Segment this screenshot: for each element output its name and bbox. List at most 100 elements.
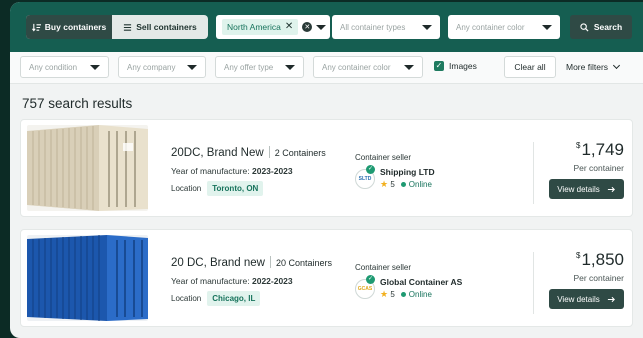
listing-title[interactable]: 20 DC, Brand new 20 Containers bbox=[171, 256, 332, 269]
container-image bbox=[27, 235, 148, 321]
listing-title-text: 20DC, Brand New bbox=[171, 147, 264, 159]
caret-down-icon bbox=[285, 64, 295, 70]
star-icon: ★ bbox=[380, 289, 389, 299]
star-icon: ★ bbox=[380, 179, 389, 189]
location-label: Location bbox=[171, 184, 202, 193]
images-label: Images bbox=[449, 61, 477, 71]
yom-label: Year of manufacture: bbox=[171, 276, 250, 286]
seller-rating: 5 bbox=[390, 290, 395, 299]
caret-down-icon bbox=[542, 24, 552, 30]
region-select[interactable]: North America ✕ ✕ bbox=[216, 15, 330, 39]
price-unit: Per container bbox=[573, 163, 624, 173]
container-count: 20 Containers bbox=[275, 258, 333, 268]
seller-row[interactable]: GCAS ✓ Global Container AS ★ 5 Online bbox=[355, 274, 463, 300]
offer-type-select[interactable]: Any offer type bbox=[215, 56, 304, 78]
list-icon bbox=[124, 23, 132, 31]
caret-down-icon bbox=[90, 64, 100, 70]
location-badge: Chicago, IL bbox=[207, 291, 261, 306]
sort-down-icon bbox=[31, 23, 41, 32]
container-types-placeholder: All container types bbox=[340, 22, 406, 32]
container-color-select[interactable]: Any container color bbox=[313, 56, 423, 78]
seller-avatar: SLTD ✓ bbox=[355, 164, 375, 189]
seller-meta: ★ 5 Online bbox=[380, 289, 462, 300]
title-divider bbox=[269, 256, 271, 268]
view-details-label: View details bbox=[557, 294, 600, 304]
listing-title[interactable]: 20DC, Brand New 2 Containers bbox=[171, 146, 326, 159]
search-button[interactable]: Search bbox=[570, 15, 632, 39]
buy-sell-toggle: Buy containers Sell containers bbox=[26, 15, 208, 39]
company-select[interactable]: Any company bbox=[118, 56, 206, 78]
more-filters-button[interactable]: More filters bbox=[566, 61, 621, 72]
location: Location Chicago, IL bbox=[171, 291, 261, 306]
price-value: 1,749 bbox=[581, 140, 624, 159]
sell-containers-label: Sell containers bbox=[136, 22, 197, 32]
yom-value: 2022-2023 bbox=[251, 276, 293, 286]
caret-down-icon bbox=[404, 64, 414, 70]
view-details-button[interactable]: View details bbox=[549, 289, 624, 309]
region-chip-label: North America bbox=[227, 22, 281, 32]
seller-name: Global Container AS bbox=[380, 277, 463, 287]
condition-placeholder: Any condition bbox=[29, 62, 78, 72]
container-color-placeholder: Any container color bbox=[322, 62, 391, 72]
online-status: Online bbox=[400, 180, 432, 189]
condition-select[interactable]: Any condition bbox=[20, 56, 109, 78]
seller-rating: 5 bbox=[390, 180, 395, 189]
container-photo[interactable] bbox=[27, 235, 148, 321]
container-image bbox=[27, 125, 148, 211]
online-status: Online bbox=[400, 290, 432, 299]
year-of-manufacture: Year of manufacture: 2023-2023 bbox=[171, 166, 293, 176]
container-count: 2 Containers bbox=[274, 148, 326, 158]
buy-containers-label: Buy containers bbox=[44, 22, 107, 32]
seller-info: Container seller SLTD ✓ Shipping LTD ★ 5… bbox=[355, 153, 435, 190]
location: Location Toronto, ON bbox=[171, 181, 264, 196]
verified-icon: ✓ bbox=[366, 164, 375, 174]
location-badge: Toronto, ON bbox=[207, 181, 264, 196]
remove-chip-icon[interactable]: ✕ bbox=[285, 22, 293, 32]
location-label: Location bbox=[171, 294, 202, 303]
title-divider bbox=[268, 146, 270, 158]
view-details-label: View details bbox=[557, 184, 600, 194]
container-types-select[interactable]: All container types bbox=[332, 15, 440, 39]
listing-card[interactable]: 20 DC, Brand new 20 Containers Year of ma… bbox=[20, 229, 633, 327]
seller-name: Shipping LTD bbox=[380, 167, 435, 177]
chevron-down-icon bbox=[613, 61, 621, 70]
listing-title-text: 20 DC, Brand new bbox=[171, 257, 265, 269]
card-divider bbox=[533, 142, 534, 204]
yom-label: Year of manufacture: bbox=[171, 166, 250, 176]
seller-label: Container seller bbox=[355, 263, 412, 272]
price-value: 1,850 bbox=[581, 250, 624, 269]
app-frame: Buy containers Sell containers North Ame… bbox=[10, 2, 643, 338]
seller-avatar-text: SLTD bbox=[358, 175, 372, 182]
currency-symbol: $ bbox=[576, 141, 581, 150]
card-divider bbox=[533, 252, 534, 314]
images-filter[interactable]: ✓ Images bbox=[434, 61, 477, 71]
search-icon bbox=[580, 22, 589, 32]
view-details-button[interactable]: View details bbox=[549, 179, 624, 199]
buy-containers-tab[interactable]: Buy containers bbox=[26, 15, 112, 39]
region-chip: North America ✕ bbox=[222, 19, 299, 35]
header-container-color-select[interactable]: Any container color bbox=[448, 15, 560, 39]
seller-avatar-text: GCAS bbox=[357, 285, 373, 292]
search-label: Search bbox=[593, 22, 623, 32]
online-label: Online bbox=[408, 290, 432, 299]
caret-down-icon bbox=[422, 24, 432, 30]
verified-icon: ✓ bbox=[366, 274, 375, 284]
sell-containers-tab[interactable]: Sell containers bbox=[112, 15, 208, 39]
company-placeholder: Any company bbox=[127, 62, 176, 72]
filter-bar: Any condition Any company Any offer type… bbox=[10, 52, 643, 84]
caret-down-icon bbox=[187, 64, 197, 70]
seller-avatar: GCAS ✓ bbox=[355, 274, 375, 299]
price-unit: Per container bbox=[573, 273, 624, 283]
more-filters-label: More filters bbox=[566, 62, 609, 72]
listing-card[interactable]: 20DC, Brand New 2 Containers Year of manu… bbox=[20, 119, 633, 217]
clear-selection-icon[interactable]: ✕ bbox=[302, 22, 313, 32]
online-dot-icon bbox=[400, 182, 406, 187]
online-dot-icon bbox=[400, 292, 406, 297]
container-photo[interactable] bbox=[27, 125, 148, 211]
arrow-right-icon bbox=[607, 296, 615, 302]
currency-symbol: $ bbox=[576, 251, 581, 260]
images-checkbox[interactable]: ✓ bbox=[434, 61, 444, 71]
clear-all-button[interactable]: Clear all bbox=[504, 56, 556, 78]
results-count: 757 search results bbox=[22, 96, 133, 111]
seller-row[interactable]: SLTD ✓ Shipping LTD ★ 5 Online bbox=[355, 164, 435, 190]
